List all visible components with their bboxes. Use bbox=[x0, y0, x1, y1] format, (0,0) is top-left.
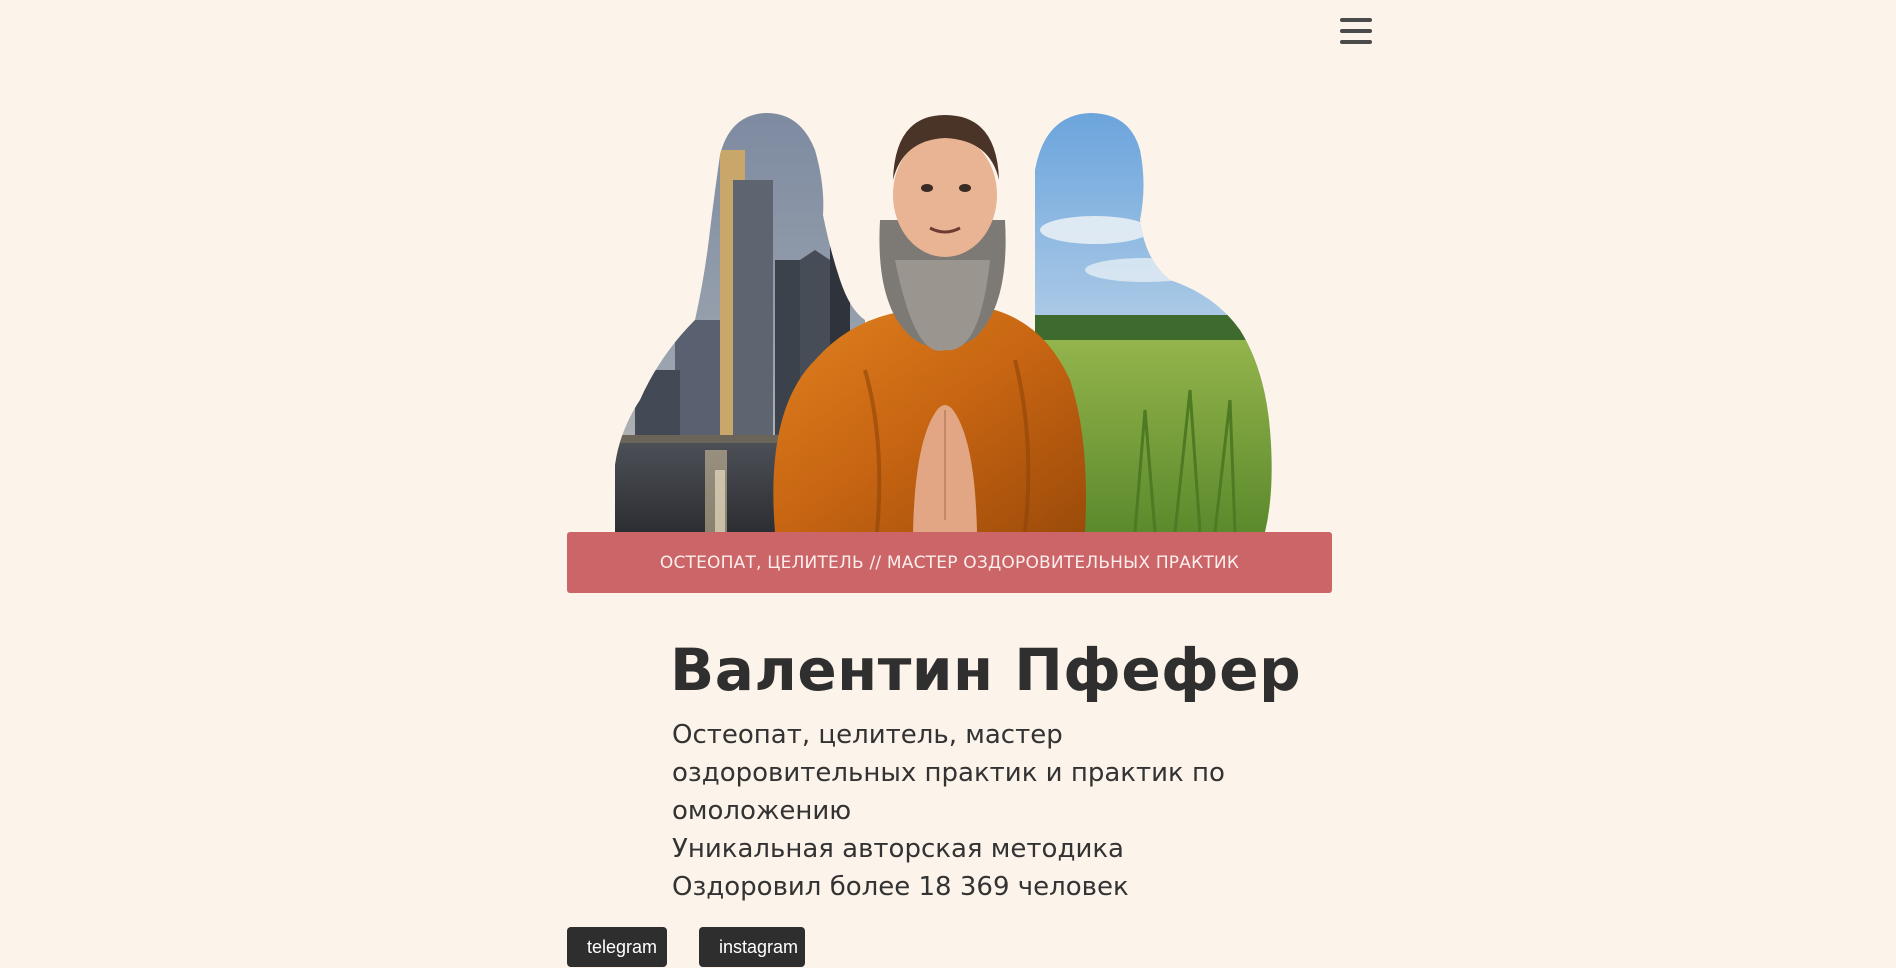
instagram-button[interactable]: instagram bbox=[699, 927, 805, 967]
page-title: Валентин Пфефер bbox=[670, 636, 1302, 704]
description-line: Уникальная авторская методика bbox=[672, 834, 1124, 864]
description-line: Остеопат, целитель, мастер оздоровительн… bbox=[672, 720, 1225, 826]
hamburger-menu-icon[interactable] bbox=[1340, 18, 1372, 46]
instagram-label: instagram bbox=[719, 936, 799, 957]
telegram-label: telegram bbox=[587, 936, 658, 957]
tagline-banner: ОСТЕОПАТ, ЦЕЛИТЕЛЬ // МАСТЕР ОЗДОРОВИТЕЛ… bbox=[567, 532, 1332, 593]
description-line: Оздоровил более 18 369 человек bbox=[672, 872, 1129, 902]
tagline-text: ОСТЕОПАТ, ЦЕЛИТЕЛЬ // МАСТЕР ОЗДОРОВИТЕЛ… bbox=[659, 552, 1240, 573]
hero-collage-svg bbox=[615, 112, 1272, 532]
telegram-button[interactable]: telegram bbox=[567, 927, 667, 967]
menu-bar bbox=[1340, 40, 1372, 44]
menu-bar bbox=[1340, 18, 1372, 22]
menu-bar bbox=[1340, 29, 1372, 33]
profile-description: Остеопат, целитель, мастер оздоровительн… bbox=[672, 716, 1232, 906]
hero-image bbox=[615, 110, 1285, 532]
